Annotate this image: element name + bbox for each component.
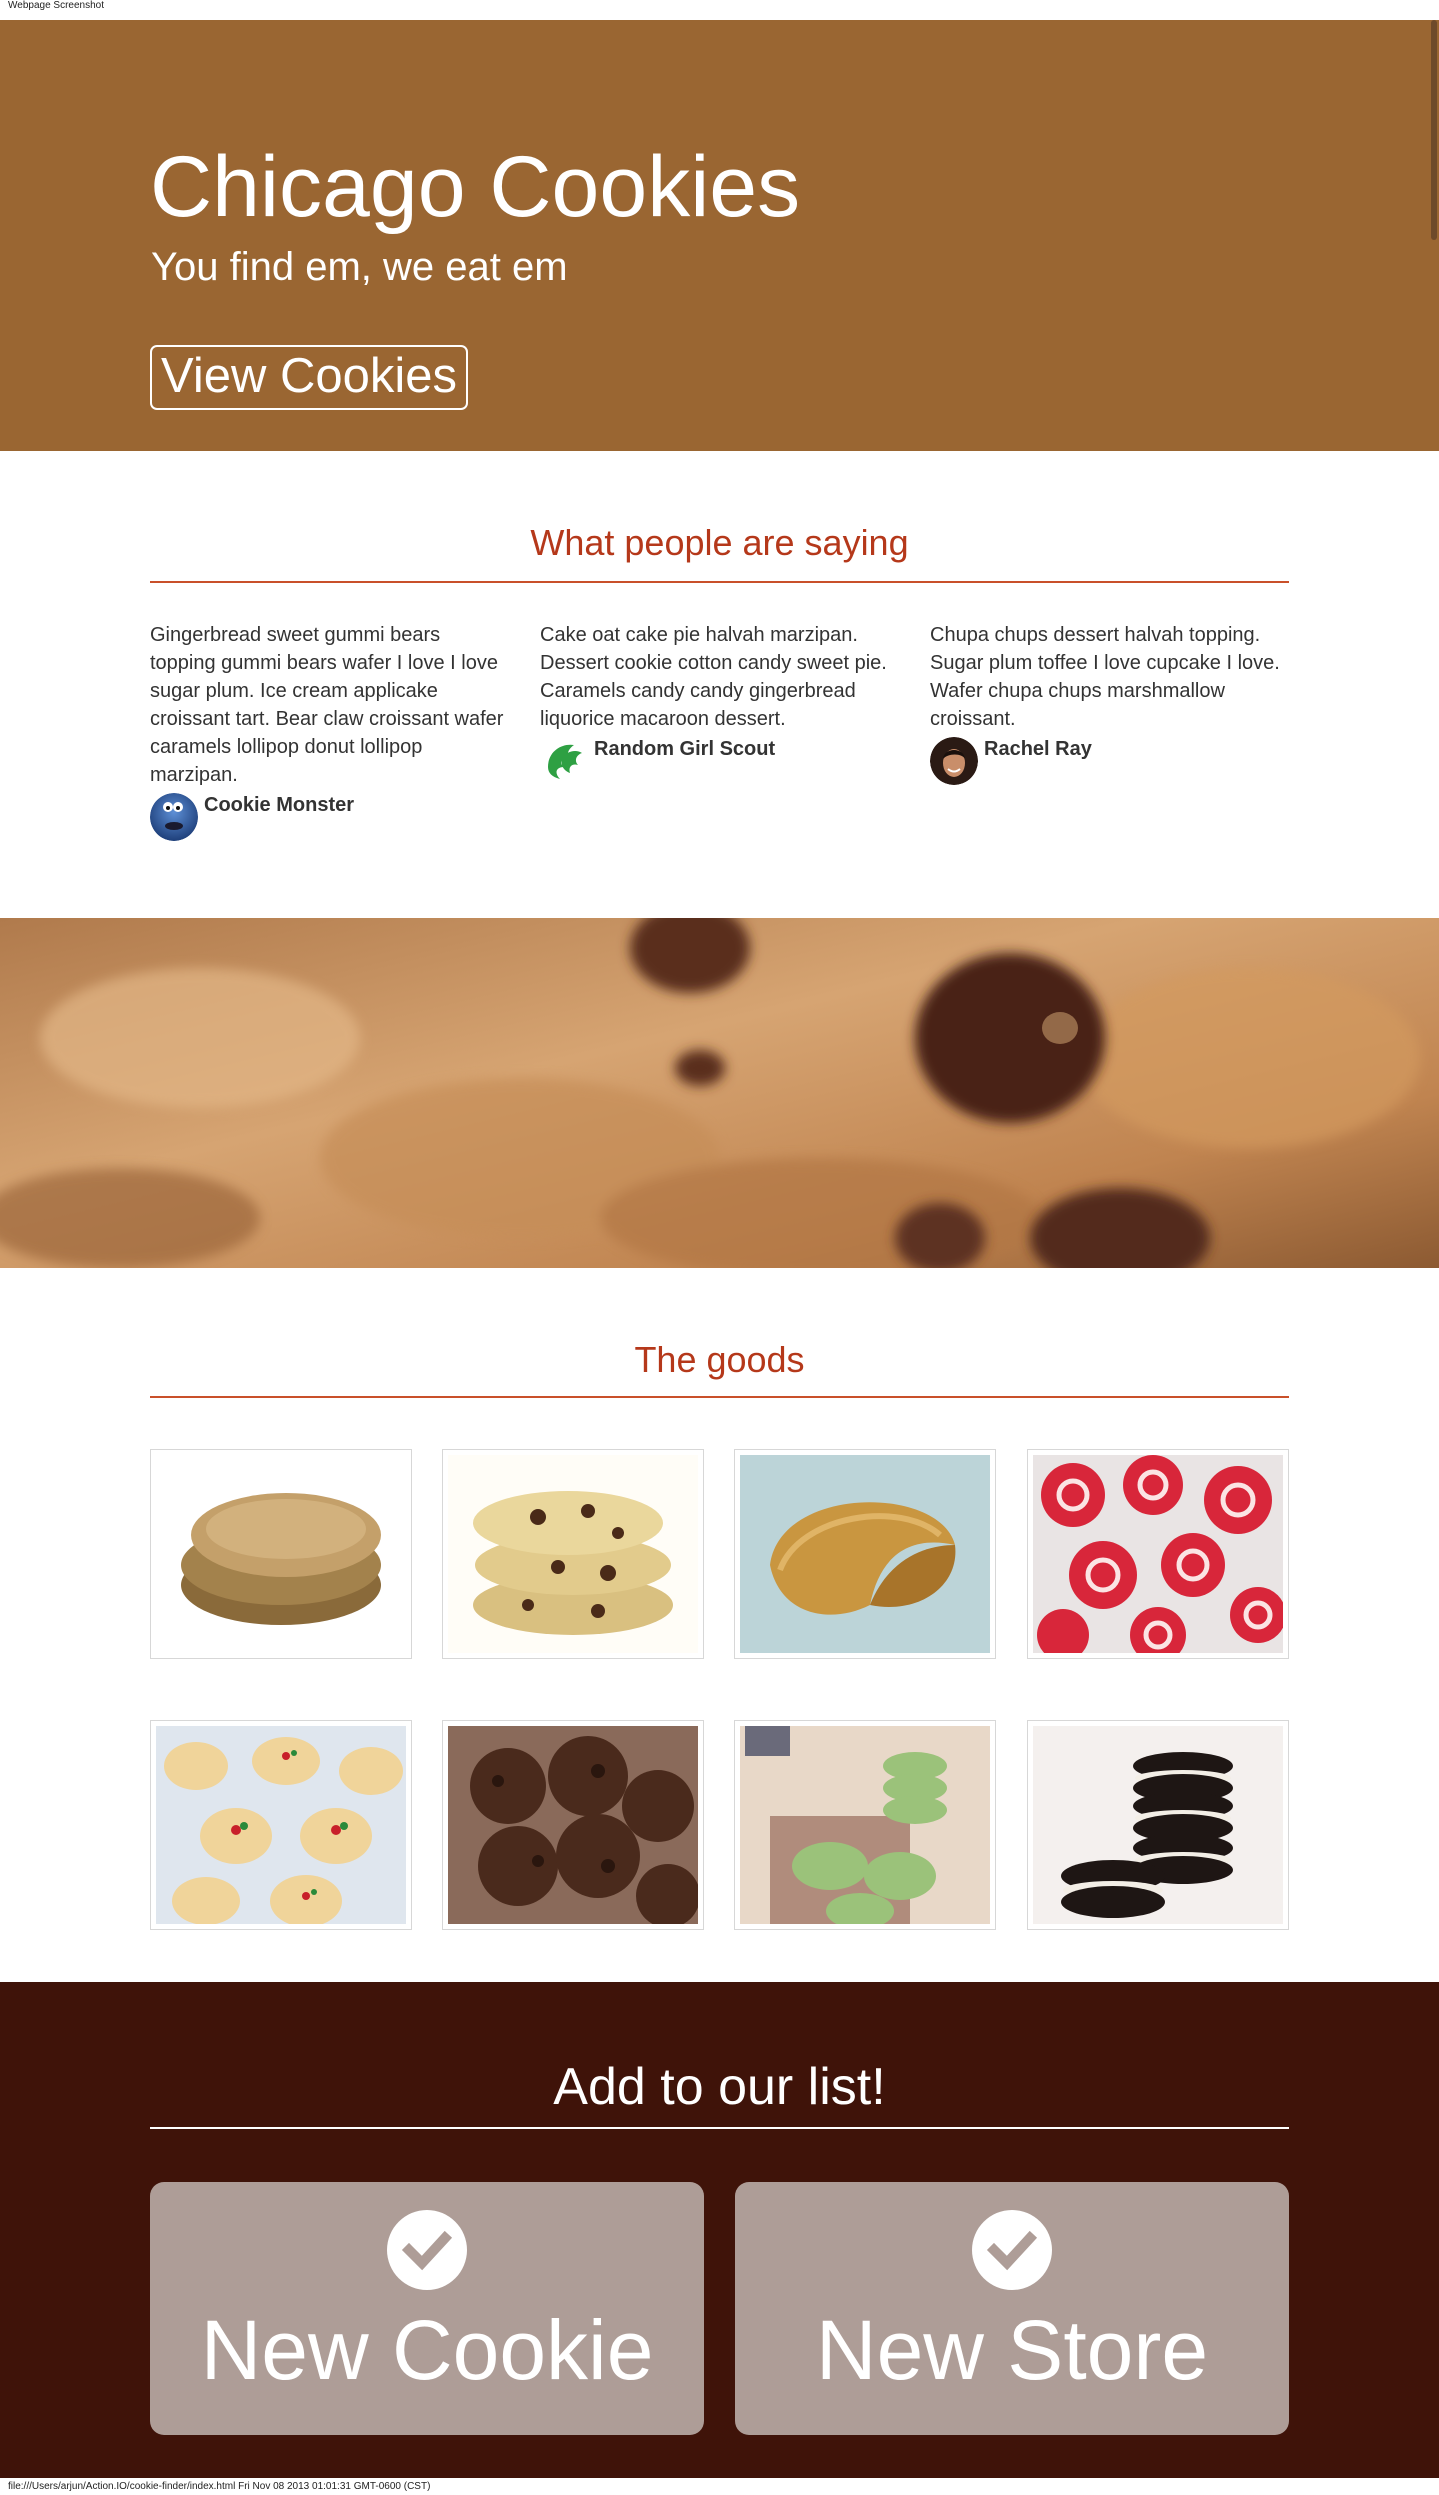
checkmark-circle-icon (387, 2210, 467, 2290)
scrollbar-thumb[interactable] (1431, 20, 1437, 240)
new-store-label: New Store (815, 2303, 1209, 2397)
double-chocolate-cookies-image (448, 1726, 698, 1924)
cookie-tile[interactable] (1027, 1720, 1289, 1930)
cookie-tile[interactable] (442, 1449, 704, 1659)
pinwheel-cookies-image (1033, 1455, 1283, 1653)
testimonial-quote: Chupa chups dessert halvah topping. Suga… (930, 624, 1280, 730)
spritz-cookies-image (156, 1726, 406, 1924)
goods-title: The goods (634, 1339, 805, 1380)
site-title: Chicago Cookies (150, 139, 801, 235)
oreo-cookies-image (1033, 1726, 1283, 1924)
fortune-cookie-image (740, 1455, 990, 1653)
testimonial-author-name: Cookie Monster (204, 794, 355, 816)
testimonials-title: What people are saying (530, 522, 909, 563)
view-cookies-button[interactable]: View Cookies (150, 345, 468, 410)
cookie-tile[interactable] (734, 1720, 996, 1930)
testimonial-author-name: Random Girl Scout (594, 738, 776, 760)
cookie-closeup-banner (0, 918, 1439, 1268)
testimonial-quote: Cake oat cake pie halvah marzipan. Desse… (540, 624, 887, 730)
add-to-list-title: Add to our list! (553, 2058, 886, 2116)
new-store-button[interactable]: New Store (735, 2182, 1289, 2435)
site-tagline: You find em, we eat em (151, 245, 568, 289)
hero-section: Chicago Cookies You find em, we eat em V… (0, 20, 1439, 451)
new-cookie-button[interactable]: New Cookie (150, 2182, 704, 2435)
checkmark-circle-icon (972, 2210, 1052, 2290)
testimonial-author: Random Girl Scout (540, 737, 900, 785)
goods-divider (150, 1396, 1289, 1398)
print-footer: file:///Users/arjun/Action.IO/cookie-fin… (8, 2481, 431, 2492)
rachel-ray-avatar (930, 737, 978, 785)
print-header: Webpage Screenshot (8, 0, 104, 11)
cookie-closeup-image (0, 918, 1439, 1268)
cookie-tile[interactable] (150, 1449, 412, 1659)
testimonial-2: Cake oat cake pie halvah marzipan. Desse… (540, 621, 900, 785)
testimonial-1: Gingerbread sweet gummi bears topping gu… (150, 621, 510, 841)
cookie-tile[interactable] (150, 1720, 412, 1930)
chocolate-chip-cookies-image (448, 1455, 698, 1653)
testimonial-author: Cookie Monster (150, 793, 510, 841)
add-to-list-divider (150, 2127, 1289, 2129)
cookie-monster-avatar (150, 793, 198, 841)
testimonial-3: Chupa chups dessert halvah topping. Suga… (930, 621, 1290, 785)
testimonial-author-name: Rachel Ray (984, 738, 1092, 760)
ginger-snap-cookies-image (156, 1455, 406, 1653)
new-cookie-label: New Cookie (200, 2303, 654, 2397)
cookie-tile[interactable] (734, 1449, 996, 1659)
testimonial-quote: Gingerbread sweet gummi bears topping gu… (150, 624, 504, 786)
cookie-tile[interactable] (442, 1720, 704, 1930)
testimonial-author: Rachel Ray (930, 737, 1290, 785)
girl-scout-logo (540, 737, 588, 785)
add-to-list-section: Add to our list! New Cookie New Store (0, 1982, 1439, 2478)
cookie-tile[interactable] (1027, 1449, 1289, 1659)
testimonials-divider (150, 581, 1289, 583)
page: Chicago Cookies You find em, we eat em V… (0, 20, 1439, 2478)
matcha-cookies-image (740, 1726, 990, 1924)
